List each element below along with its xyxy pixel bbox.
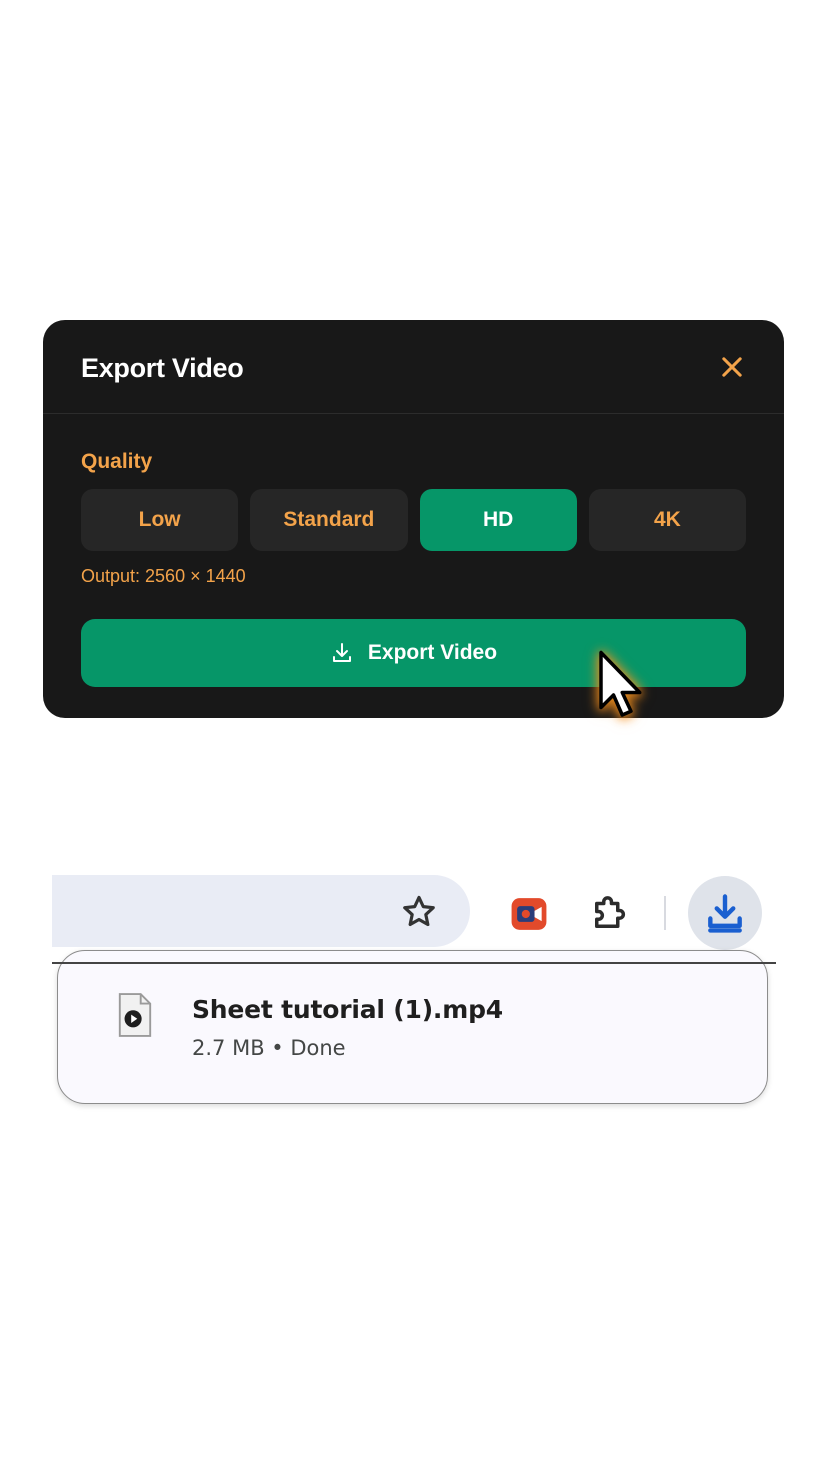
download-tray-icon (708, 894, 742, 933)
bookmark-star-icon[interactable] (400, 893, 438, 931)
download-file-name[interactable]: Sheet tutorial (1).mp4 (192, 995, 503, 1024)
quality-selector: Low Standard HD 4K (81, 489, 746, 551)
toolbar-separator-line (52, 962, 776, 964)
extensions-puzzle-icon[interactable] (588, 893, 630, 935)
quality-label: Quality (81, 450, 153, 473)
mouse-cursor-icon (599, 650, 642, 717)
quality-4k-button[interactable]: 4K (588, 489, 746, 551)
download-icon (332, 643, 351, 662)
toolbar-divider (664, 896, 666, 930)
output-resolution: Output: 2560 × 1440 (81, 566, 246, 586)
quality-hd-button[interactable]: HD (419, 489, 577, 551)
video-file-icon[interactable] (116, 992, 154, 1038)
export-dialog: Export Video Quality Low Standard HD 4K … (43, 320, 784, 718)
screen-recorder-extension-icon[interactable] (510, 895, 548, 933)
dialog-header: Export Video (43, 320, 784, 414)
dialog-title: Export Video (81, 353, 244, 383)
export-video-label: Export Video (367, 641, 498, 664)
quality-standard-button[interactable]: Standard (250, 489, 408, 551)
close-icon[interactable] (718, 353, 746, 381)
quality-low-button[interactable]: Low (81, 489, 239, 551)
download-file-status: 2.7 MB • Done (192, 1036, 346, 1060)
export-video-button[interactable]: Export Video (81, 619, 746, 687)
download-bubble (57, 950, 768, 1104)
downloads-button[interactable] (688, 876, 762, 950)
